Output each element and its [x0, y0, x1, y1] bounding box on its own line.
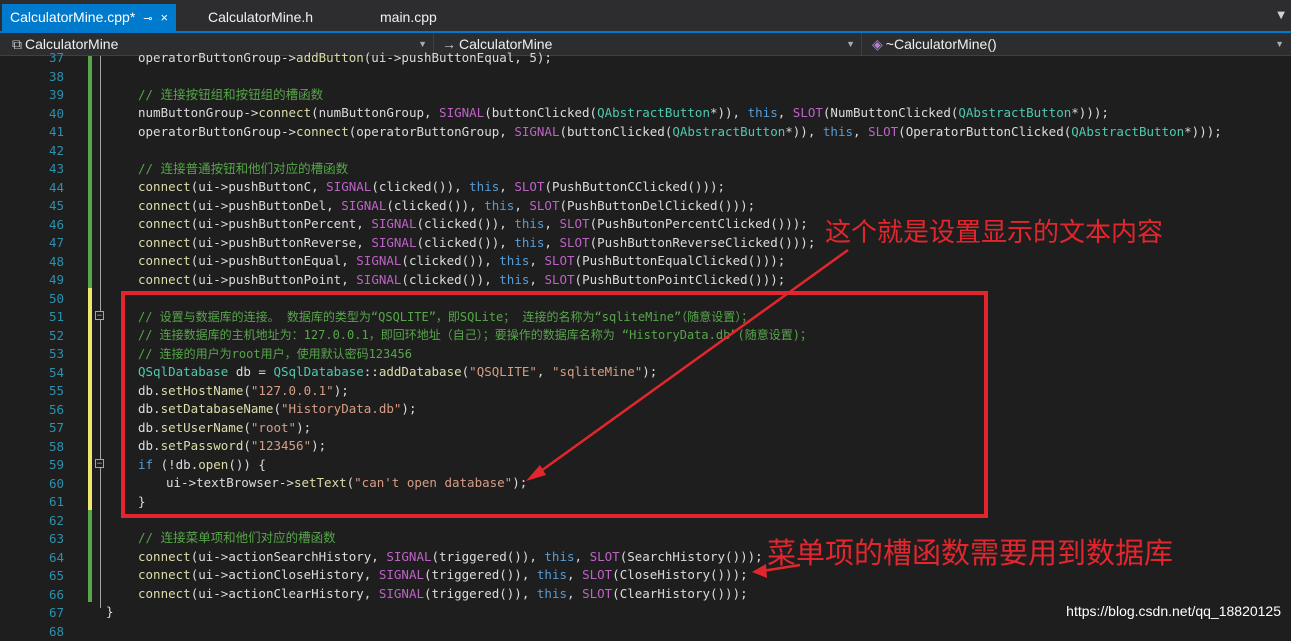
arrow-line	[534, 250, 848, 476]
watermark: https://blog.csdn.net/qq_18820125	[1066, 603, 1281, 619]
arrow-head	[752, 564, 767, 578]
arrow-line	[762, 565, 800, 571]
annotation-arrows	[0, 0, 1291, 629]
arrow-head	[526, 465, 546, 481]
